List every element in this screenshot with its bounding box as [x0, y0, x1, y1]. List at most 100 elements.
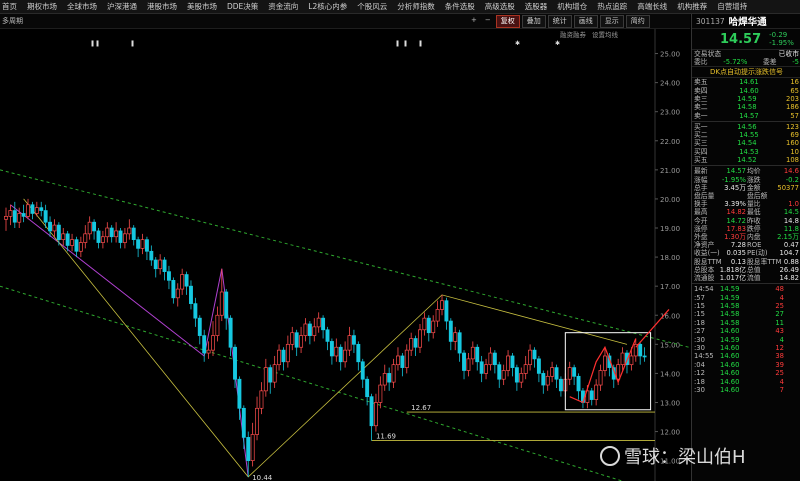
- level-volume: 57: [790, 111, 799, 120]
- candle-body: [572, 367, 577, 377]
- level-label: 买五: [694, 156, 708, 165]
- event-marker-icon: ❚❚: [90, 40, 100, 47]
- stat-value: 1.30万: [724, 233, 746, 241]
- stats-row: 涨幅 -1.95% 涨跌 -0.2: [692, 176, 800, 184]
- candle-body: [122, 233, 127, 243]
- y-tick-label: 24.00: [660, 80, 680, 88]
- nav-item-15[interactable]: 热点追踪: [592, 0, 632, 13]
- stat-value: 1.0: [788, 200, 799, 209]
- candle-body: [325, 329, 330, 342]
- stat-label: 今开: [694, 216, 708, 225]
- candle-body: [316, 317, 321, 328]
- level-volume: 16: [790, 78, 799, 87]
- candle-body: [114, 230, 119, 238]
- order-book-row[interactable]: 卖三 14.59 203: [692, 95, 800, 103]
- toolbar-button-2[interactable]: 复权: [495, 14, 520, 28]
- y-tick-label: 12.00: [660, 429, 680, 437]
- order-book-row[interactable]: 买四 14.53 10: [692, 148, 800, 156]
- candle-body: [105, 227, 110, 238]
- candle-body: [435, 309, 440, 322]
- level-label: 买二: [694, 131, 708, 140]
- nav-item-3[interactable]: 沪深港通: [102, 0, 142, 13]
- candle-body: [78, 242, 83, 252]
- candlestick-chart[interactable]: 25.00 24.00 23.00 22.00 21.00 20.00 19.00 18.00…: [0, 29, 690, 481]
- nav-item-2[interactable]: 全球市场: [62, 0, 102, 13]
- toolbar-button-7[interactable]: 简约: [625, 14, 650, 28]
- candle-body: [61, 233, 66, 240]
- price-annotation: 12.67: [411, 404, 431, 412]
- toolbar-button-3[interactable]: 叠加: [521, 14, 546, 28]
- nav-item-8[interactable]: L2核心内参: [303, 0, 352, 13]
- candle-body: [519, 373, 524, 383]
- nav-item-0[interactable]: 首页: [0, 0, 22, 13]
- candle-body: [620, 352, 625, 366]
- stock-name[interactable]: 哈焊华通: [729, 14, 767, 28]
- nav-item-7[interactable]: 资金流向: [263, 0, 303, 13]
- candle-body: [246, 437, 251, 461]
- order-book-row[interactable]: 卖一 14.57 57: [692, 112, 800, 120]
- dk-signal-banner[interactable]: DK点自动提示涨跌信号: [692, 66, 800, 79]
- stat-value: 14.57: [726, 167, 746, 176]
- tick-row: :57 14.59 4: [692, 294, 800, 302]
- order-book-row[interactable]: 买三 14.54 160: [692, 139, 800, 147]
- level-price: 14.58: [737, 103, 757, 112]
- stat-label: 盘后量: [694, 191, 715, 200]
- candle-body: [193, 303, 198, 319]
- candle-body: [497, 364, 502, 380]
- tick-volume: 25: [775, 302, 784, 311]
- toolbar-button-6[interactable]: 显示: [599, 14, 624, 28]
- nav-item-12[interactable]: 高级选股: [480, 0, 520, 13]
- candle-body: [34, 207, 39, 214]
- level-price: 14.57: [739, 111, 759, 120]
- event-marker-icon: ❚: [418, 40, 423, 47]
- order-book-row[interactable]: 买五 14.52 108: [692, 156, 800, 164]
- status-label: 交易状态: [694, 50, 722, 58]
- nav-item-18[interactable]: 自营增持: [712, 0, 752, 13]
- nav-item-11[interactable]: 条件选股: [440, 0, 480, 13]
- candle-body: [109, 227, 114, 238]
- nav-item-16[interactable]: 高端长线: [632, 0, 672, 13]
- period-label[interactable]: 多周期: [0, 16, 468, 26]
- candle-body: [475, 346, 480, 363]
- nav-item-4[interactable]: 港股市场: [142, 0, 182, 13]
- candle-body: [149, 250, 154, 261]
- tick-volume: 48: [775, 285, 784, 294]
- nav-item-17[interactable]: 机构推荐: [672, 0, 712, 13]
- order-book-row[interactable]: 卖二 14.58 186: [692, 103, 800, 111]
- level-price: 14.61: [739, 78, 759, 87]
- ratio-label: 委比: [694, 58, 708, 67]
- snowball-logo-icon: [600, 446, 620, 466]
- order-book-row[interactable]: 卖四 14.60 65: [692, 87, 800, 95]
- stats-row: 总股本 1.818亿 总值 26.49: [692, 266, 800, 274]
- nav-item-6[interactable]: DDE决策: [222, 0, 263, 13]
- nav-item-14[interactable]: 机构增仓: [552, 0, 592, 13]
- nav-item-10[interactable]: 分析师指数: [392, 0, 440, 13]
- candle-body: [26, 204, 30, 217]
- stats-row: 收益(一) 0.035 PE(动) 104.7: [692, 249, 800, 257]
- candle-body: [576, 375, 581, 392]
- nav-item-1[interactable]: 期权市场: [22, 0, 62, 13]
- candle-body: [369, 396, 374, 427]
- candle-body: [470, 346, 475, 360]
- candle-body: [536, 358, 541, 374]
- stat-value: 104.7: [779, 249, 799, 258]
- toolbar-button-0[interactable]: +: [468, 15, 480, 26]
- order-book-row[interactable]: 买一 14.56 123: [692, 123, 800, 131]
- toolbar-button-5[interactable]: 画线: [573, 14, 598, 28]
- y-tick-label: 20.00: [660, 196, 680, 204]
- level-label: 买四: [694, 147, 708, 156]
- candle-body: [510, 355, 515, 368]
- stat-label: 涨幅: [694, 175, 708, 184]
- candle-body: [74, 239, 79, 252]
- toolbar-button-4[interactable]: 统计: [547, 14, 572, 28]
- chart-toolbar: 多周期 + − 复权 叠加 统计 画线 显示 简约: [0, 14, 690, 29]
- nav-item-9[interactable]: 个股风云: [352, 0, 392, 13]
- candle-body: [250, 434, 255, 461]
- order-book-row[interactable]: 买二 14.55 69: [692, 131, 800, 139]
- nav-item-5[interactable]: 美股市场: [182, 0, 222, 13]
- candle-body: [184, 274, 189, 287]
- nav-item-13[interactable]: 选股器: [520, 0, 553, 13]
- candle-body: [431, 320, 436, 334]
- order-book-row[interactable]: 卖五 14.61 16: [692, 78, 800, 86]
- toolbar-button-1[interactable]: −: [482, 15, 494, 26]
